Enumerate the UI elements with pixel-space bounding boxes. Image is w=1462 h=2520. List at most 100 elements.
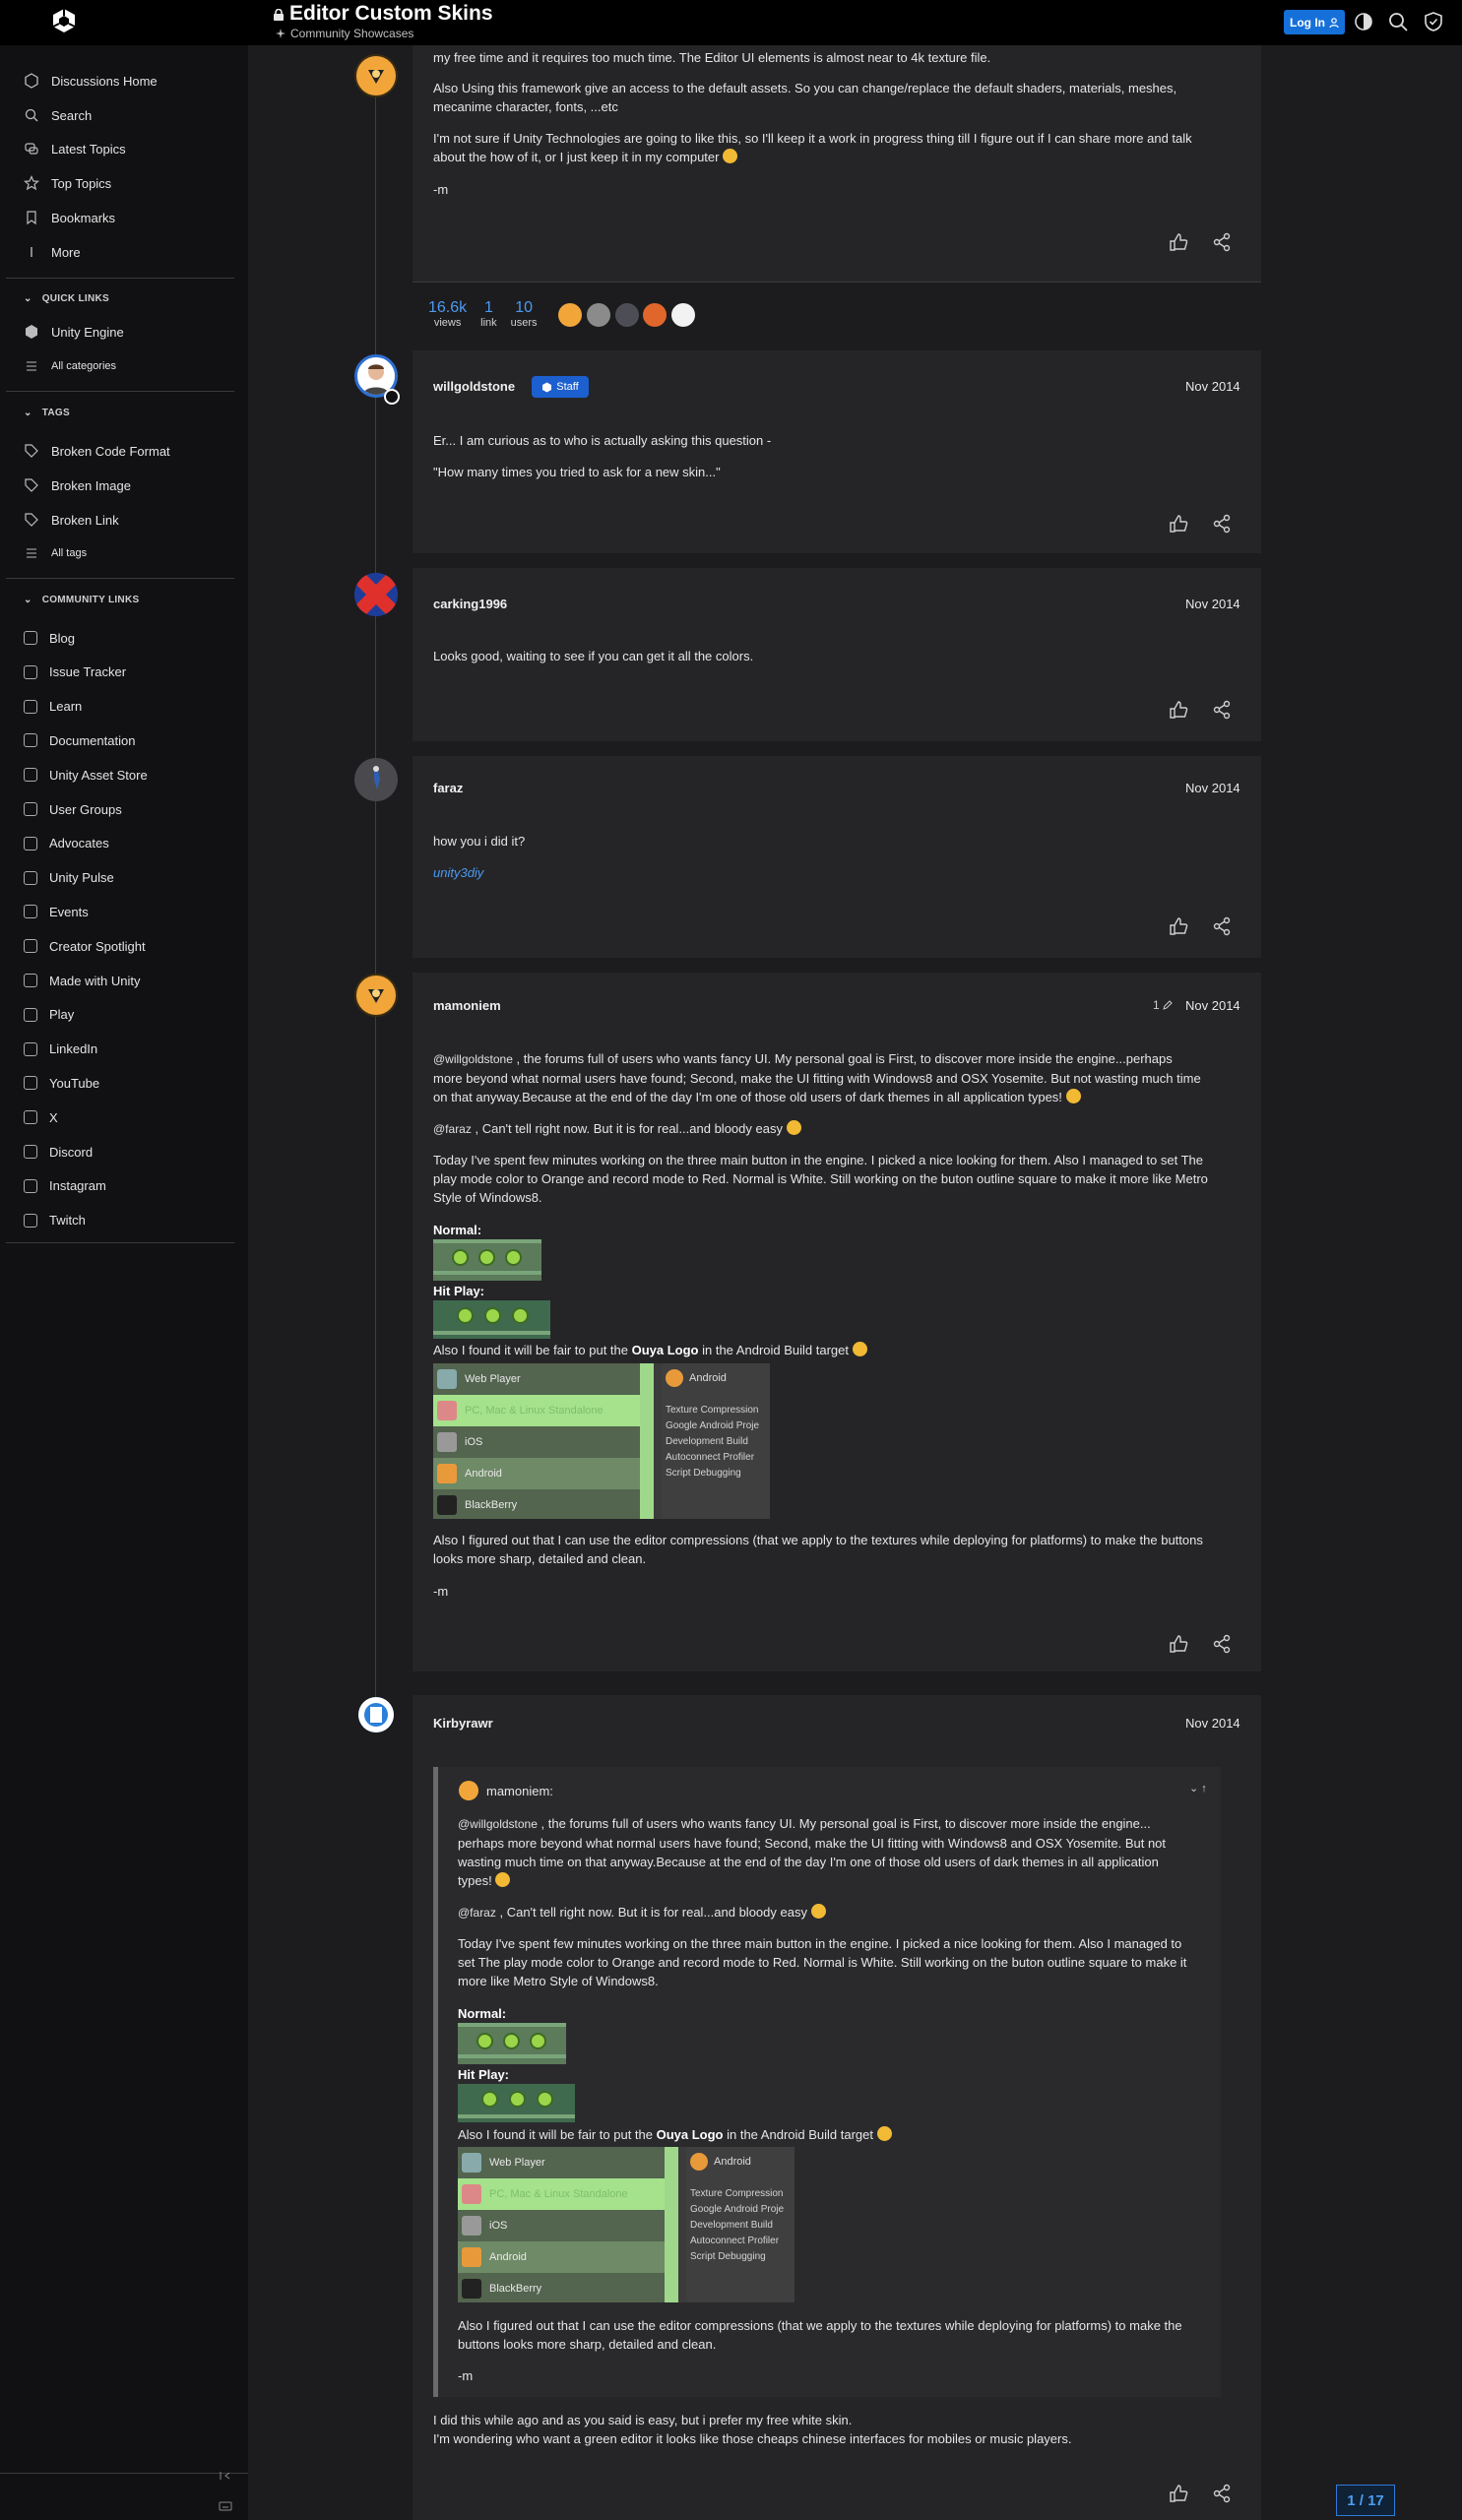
share-icon[interactable] [1211,513,1233,535]
quote-header[interactable]: mamoniem: [459,1781,553,1800]
avatar[interactable] [354,974,398,1017]
sidebar-item-community[interactable]: Issue Tracker [24,662,126,682]
hit-play-buttons-image[interactable] [433,1300,550,1339]
sidebar-item-tag[interactable]: Broken Code Format [24,441,170,461]
like-icon[interactable] [1168,1633,1189,1655]
sidebar-item-tag[interactable]: Broken Image [24,475,131,495]
sidebar-item-community[interactable]: Creator Spotlight [24,936,146,956]
user-mention[interactable]: @willgoldstone [458,1817,538,1831]
sidebar-item-more[interactable]: More [24,242,81,262]
badge-label: Staff [556,381,579,393]
participant-avatar[interactable] [587,303,610,327]
sidebar-item-all-tags[interactable]: All tags [24,543,87,563]
sidebar-item-community[interactable]: Blog [24,628,75,648]
text-line: Today I've spent few minutes working on … [433,1153,1203,1167]
normal-buttons-image[interactable] [433,1239,541,1281]
post-label: Hit Play: [433,1284,485,1298]
post-username[interactable]: carking1996 [433,597,507,611]
sidebar-item-top-topics[interactable]: Top Topics [24,173,111,193]
hit-play-buttons-image[interactable] [458,2084,575,2122]
community-links-header[interactable]: ⌄ COMMUNITY LINKS [24,595,139,605]
chevron-down-icon[interactable]: ⌄ [1189,1783,1198,1795]
sidebar-item-community[interactable]: YouTube [24,1073,99,1093]
like-icon[interactable] [1168,513,1189,535]
topic-category[interactable]: Community Showcases [276,27,413,40]
sidebar-item-community[interactable]: User Groups [24,799,122,819]
keyboard-icon[interactable] [219,2499,232,2513]
like-icon[interactable] [1168,699,1189,721]
pause-button-icon [503,2033,520,2049]
unity-logo-icon[interactable] [51,8,77,33]
user-mention[interactable]: @faraz [433,1122,472,1136]
post-date[interactable]: Nov 2014 [1185,998,1240,1013]
post-link[interactable]: unity3diy [433,863,1240,882]
participant-avatar[interactable] [615,303,639,327]
avatar[interactable] [354,758,398,801]
post-date[interactable]: Nov 2014 [1185,379,1240,394]
sidebar-item-community[interactable]: LinkedIn [24,1040,97,1059]
tags-header[interactable]: ⌄ TAGS [24,408,70,418]
avatar[interactable] [358,1697,394,1732]
sidebar-item-community[interactable]: Advocates [24,834,109,853]
like-icon[interactable] [1168,915,1189,937]
sidebar-item-all-categories[interactable]: All categories [24,356,116,376]
like-icon[interactable] [1168,231,1189,253]
sidebar-item-community[interactable]: Instagram [24,1176,106,1196]
sidebar-item-community[interactable]: Unity Asset Store [24,765,148,785]
quick-links-header[interactable]: ⌄ QUICK LINKS [24,293,109,304]
post-username[interactable]: faraz [433,781,463,795]
build-settings-image[interactable]: Web Player PC, Mac & Linux Standalone iO… [458,2147,795,2302]
post-date[interactable]: Nov 2014 [1185,597,1240,611]
sidebar-item-latest-topics[interactable]: Latest Topics [24,139,126,158]
sidebar-item-community[interactable]: Discord [24,1142,93,1162]
theme-toggle-icon[interactable] [1353,11,1374,32]
edit-history-button[interactable]: 1 [1153,998,1173,1012]
avatar[interactable] [354,54,398,97]
sidebar-item-tag[interactable]: Broken Link [24,510,119,530]
post-date[interactable]: Nov 2014 [1185,781,1240,795]
play-button-icon [477,2033,493,2049]
links-stat[interactable]: 1 link [480,299,497,329]
share-icon[interactable] [1211,231,1233,253]
user-mention[interactable]: @willgoldstone [433,1052,513,1066]
sidebar-item-unity-engine[interactable]: Unity Engine [24,322,124,342]
sidebar-item-community[interactable]: Documentation [24,730,135,750]
avatar[interactable] [354,573,398,616]
sidebar-item-community[interactable]: Twitch [24,1211,86,1230]
share-icon[interactable] [1211,1633,1233,1655]
sidebar-item-community[interactable]: Unity Pulse [24,868,114,888]
section-label: TAGS [41,408,70,418]
post-username[interactable]: mamoniem [433,998,501,1013]
search-icon[interactable] [1387,11,1409,32]
sidebar-item-discussions-home[interactable]: Discussions Home [24,71,158,91]
shield-icon[interactable] [1423,11,1444,32]
sidebar-item-community[interactable]: Events [24,902,89,921]
user-mention[interactable]: @faraz [458,1906,496,1920]
post-progress-indicator[interactable]: 1 / 17 [1336,2485,1395,2516]
sidebar-item-community[interactable]: Play [24,1005,74,1025]
sidebar-item-community[interactable]: Learn [24,697,82,717]
post-date[interactable]: Nov 2014 [1185,1716,1240,1731]
quote-controls[interactable]: ⌄ ↑ [1189,1782,1207,1795]
sidebar-item-bookmarks[interactable]: Bookmarks [24,208,115,227]
login-button[interactable]: Log In [1284,10,1345,34]
arrow-up-icon[interactable]: ↑ [1201,1783,1207,1795]
sidebar-item-label: Top Topics [51,175,112,191]
like-icon[interactable] [1168,2483,1189,2504]
sidebar-item-community[interactable]: Made with Unity [24,971,140,990]
participant-avatar[interactable] [558,303,582,327]
share-icon[interactable] [1211,699,1233,721]
share-icon[interactable] [1211,915,1233,937]
sidebar-item-community[interactable]: X [24,1107,58,1127]
post-label: Normal: [433,1223,482,1237]
build-settings-image[interactable]: Web Player PC, Mac & Linux Standalone iO… [433,1363,770,1519]
participant-avatar[interactable] [671,303,695,327]
share-icon[interactable] [1211,2483,1233,2504]
participant-avatar[interactable] [643,303,667,327]
post-username[interactable]: Kirbyrawr [433,1716,493,1731]
collapse-sidebar-icon[interactable] [219,2469,232,2483]
sidebar-item-search[interactable]: Search [24,105,92,125]
post-username[interactable]: willgoldstone [433,379,515,394]
page-title[interactable]: Editor Custom Skins [274,2,493,26]
normal-buttons-image[interactable] [458,2023,566,2064]
